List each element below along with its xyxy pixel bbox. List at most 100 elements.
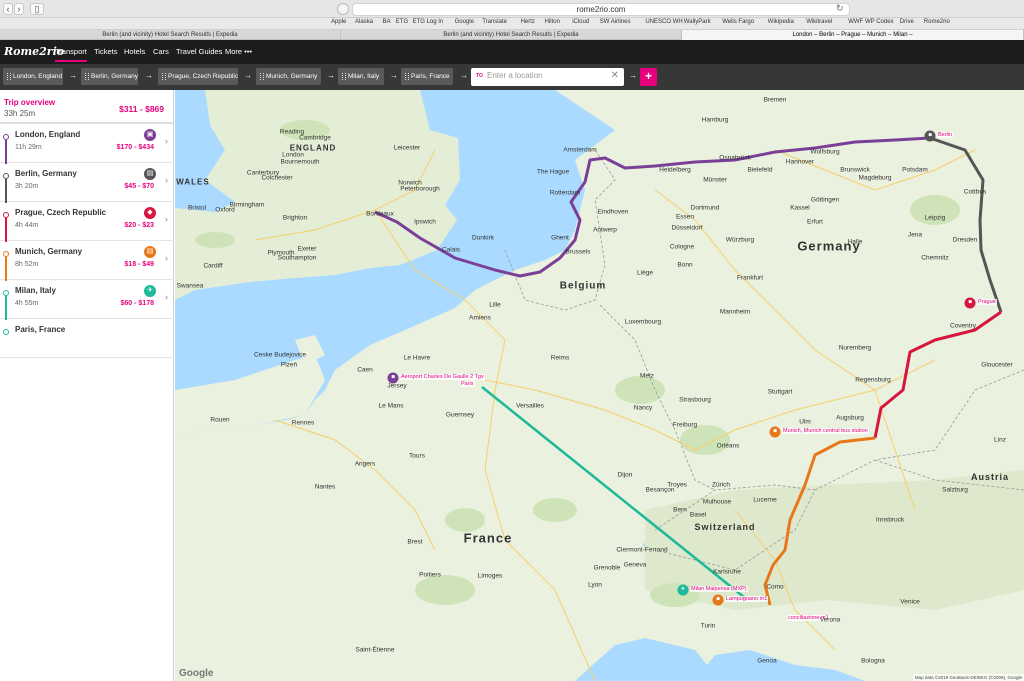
stop-label-prague: Prague	[977, 299, 997, 305]
leg-city: Prague, Czech Republic	[15, 208, 107, 217]
bus-icon: ▤	[144, 168, 156, 180]
trip-leg-item[interactable]: Milan, Italy 4h 55m $60 - $178 ✈ ›	[0, 280, 174, 320]
trip-price: $311 - $869	[119, 104, 164, 114]
trip-duration: 33h 25m	[4, 109, 36, 118]
browser-toolbar: ‹ › ▯ rome2rio.com ↻	[0, 0, 1024, 18]
park	[910, 195, 960, 225]
browser-tab[interactable]: Berlin (and vicinity) Hotel Search Resul…	[0, 30, 341, 40]
bookmark-link[interactable]: Wikitravel	[806, 19, 832, 25]
leg-duration: 8h 52m	[15, 261, 39, 268]
route-stop-paris[interactable]: Paris, France	[401, 68, 453, 85]
train-icon[interactable]: ■	[387, 372, 399, 384]
bookmark-link[interactable]: SW Airlines	[600, 19, 631, 25]
add-stop-button[interactable]: +	[640, 68, 657, 86]
park	[195, 232, 235, 248]
bookmark-link[interactable]: Apple	[331, 19, 346, 25]
bookmark-link[interactable]: Translate	[482, 19, 507, 25]
nav-transport[interactable]: Transport	[55, 47, 87, 62]
forward-button[interactable]: ›	[14, 3, 24, 15]
tab-bar: Berlin (and vicinity) Hotel Search Resul…	[0, 30, 1024, 40]
route-stop-munich[interactable]: Munich, Germany	[256, 68, 321, 85]
route-stop-london[interactable]: London, England	[3, 68, 63, 85]
browser-tab[interactable]: Berlin (and vicinity) Hotel Search Resul…	[341, 30, 682, 40]
address-bar[interactable]: rome2rio.com	[352, 3, 850, 16]
car-icon: ◆	[144, 207, 156, 219]
route-stop-prague[interactable]: Prague, Czech Republic	[158, 68, 238, 85]
bookmark-link[interactable]: iCloud	[572, 19, 589, 25]
nav-more[interactable]: More •••	[225, 47, 252, 56]
stop-label-cdg: Aeroport Charles De Gaulle 2 Tgv	[400, 374, 485, 380]
clear-icon[interactable]: ✕	[611, 70, 619, 81]
stop-label-munich: Munich, Munich central bus station	[782, 428, 869, 434]
stop-label-paris: Paris	[460, 381, 475, 387]
leg-city: Munich, Germany	[15, 247, 83, 256]
bus-icon[interactable]: ■	[769, 426, 781, 438]
bus-icon[interactable]: ■	[712, 594, 724, 606]
park	[533, 498, 577, 522]
nav-tickets[interactable]: Tickets	[94, 47, 117, 56]
leg-duration: 3h 20m	[15, 183, 39, 190]
route-stop-berlin[interactable]: Berlin, Germany	[81, 68, 138, 85]
privacy-icon[interactable]	[337, 3, 349, 15]
sidebar-icon[interactable]: ▯	[30, 3, 44, 15]
app-header: Rome2rio Transport Tickets Hotels Cars T…	[0, 40, 1024, 64]
to-label: TO	[476, 73, 483, 79]
bookmark-link[interactable]: Wells Fargo	[722, 19, 754, 25]
bus-icon[interactable]: ■	[924, 130, 936, 142]
bookmark-link[interactable]: Rome2rio	[924, 19, 950, 25]
leg-price: $60 - $178	[120, 300, 154, 307]
leg-connector	[5, 179, 7, 203]
nav-hotels[interactable]: Hotels	[124, 47, 145, 56]
trip-leg-item[interactable]: Berlin, Germany 3h 20m $45 - $70 ▤ ›	[0, 163, 174, 203]
arrow-icon: →	[390, 71, 398, 80]
nav-travel-guides[interactable]: Travel Guides	[176, 47, 222, 56]
train-icon: ▣	[144, 129, 156, 141]
chevron-right-icon: ›	[165, 253, 168, 263]
trip-leg-item[interactable]: Paris, France	[0, 319, 174, 358]
plane-icon: ✈	[144, 285, 156, 297]
leg-price: $170 - $434	[116, 144, 154, 151]
leg-duration: 4h 44m	[15, 222, 39, 229]
trip-leg-item[interactable]: London, England 11h 29m $170 - $434 ▣ ›	[0, 124, 174, 164]
bookmark-link[interactable]: UNESCO WH	[645, 19, 682, 25]
trip-leg-item[interactable]: Munich, Germany 8h 52m $18 - $49 ▤ ›	[0, 241, 174, 281]
leg-connector	[5, 218, 7, 242]
route-map[interactable]: ■ Berlin ■ Prague ■ Munich, Munich centr…	[175, 90, 1024, 681]
bookmark-link[interactable]: ETG	[396, 19, 408, 25]
park	[415, 575, 475, 605]
chevron-right-icon: ›	[165, 136, 168, 146]
bookmark-link[interactable]: ETG Log In	[413, 19, 444, 25]
arrow-icon: →	[460, 71, 468, 80]
back-button[interactable]: ‹	[3, 3, 13, 15]
bookmark-link[interactable]: WWF	[848, 19, 863, 25]
leg-price: $20 - $23	[124, 222, 154, 229]
arrow-icon: →	[327, 71, 335, 80]
bookmark-link[interactable]: Wikipedia	[768, 19, 794, 25]
park	[615, 376, 665, 404]
leg-city: London, England	[15, 130, 81, 139]
url-text: rome2rio.com	[576, 5, 626, 14]
trip-overview-title: Trip overview	[4, 98, 56, 107]
trip-overview[interactable]: Trip overview 33h 25m $311 - $869	[0, 90, 174, 124]
car-icon[interactable]: ■	[964, 297, 976, 309]
bookmark-link[interactable]: Google	[455, 19, 474, 25]
destination-input[interactable]: TO Enter a location ✕	[471, 68, 624, 86]
browser-tab-active[interactable]: London – Berlin – Prague – Munich – Mila…	[682, 30, 1024, 40]
bookmark-link[interactable]: WallyPark	[684, 19, 711, 25]
trip-leg-item[interactable]: Prague, Czech Republic 4h 44m $20 - $23 ◆ ›	[0, 202, 174, 242]
bookmark-link[interactable]: BA	[383, 19, 391, 25]
plane-icon[interactable]: ✈	[677, 584, 689, 596]
destination-placeholder: Enter a location	[487, 71, 543, 80]
trip-sidebar: Trip overview 33h 25m $311 - $869 London…	[0, 90, 174, 681]
nav-cars[interactable]: Cars	[153, 47, 169, 56]
bookmark-link[interactable]: Drive	[900, 19, 914, 25]
bookmark-link[interactable]: Hertz	[521, 19, 535, 25]
bus-icon: ▤	[144, 246, 156, 258]
stop-label-malpensa: Milan Malpensa (MXP)	[690, 586, 748, 592]
bookmark-link[interactable]: Alaska	[355, 19, 373, 25]
reload-icon[interactable]: ↻	[836, 3, 844, 14]
bookmark-link[interactable]: WP Codex	[865, 19, 894, 25]
leg-connector	[5, 140, 7, 164]
bookmark-link[interactable]: Hilton	[545, 19, 560, 25]
route-stop-milan[interactable]: Milan, Italy	[338, 68, 384, 85]
